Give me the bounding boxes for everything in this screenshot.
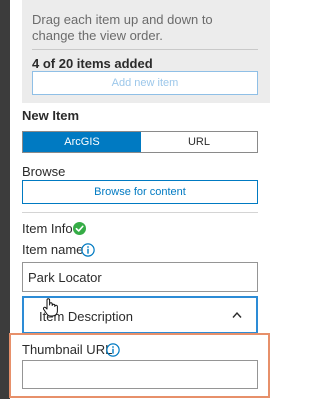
divider <box>32 49 258 50</box>
info-icon[interactable] <box>106 343 120 357</box>
order-info-box: Drag each item up and down to change the… <box>22 0 270 103</box>
thumbnail-url-input[interactable] <box>22 360 258 389</box>
chevron-up-icon[interactable] <box>232 311 242 319</box>
source-segmented-control: ArcGIS URL <box>22 131 258 153</box>
browse-label: Browse <box>22 164 66 179</box>
thumbnail-section: Thumbnail URL <box>9 333 270 398</box>
instructions-text: Drag each item up and down to change the… <box>32 12 213 43</box>
item-name-label: Item name <box>22 242 84 257</box>
item-info-label: Item Info <box>22 221 73 236</box>
segment-arcgis[interactable]: ArcGIS <box>23 132 141 152</box>
browse-for-content-button[interactable]: Browse for content <box>22 180 258 204</box>
check-circle-icon <box>73 222 86 235</box>
content-panel: Drag each item up and down to change the… <box>9 0 272 399</box>
item-name-input[interactable] <box>22 262 258 292</box>
thumbnail-url-label: Thumbnail URL <box>22 342 113 357</box>
section-divider <box>22 212 258 213</box>
items-count: 4 of 20 items added <box>32 56 153 71</box>
info-icon[interactable] <box>81 243 95 257</box>
hand-cursor-icon <box>42 298 58 317</box>
add-new-item-button[interactable]: Add new item <box>32 71 258 95</box>
new-item-title: New Item <box>22 108 80 123</box>
segment-url[interactable]: URL <box>141 132 257 152</box>
